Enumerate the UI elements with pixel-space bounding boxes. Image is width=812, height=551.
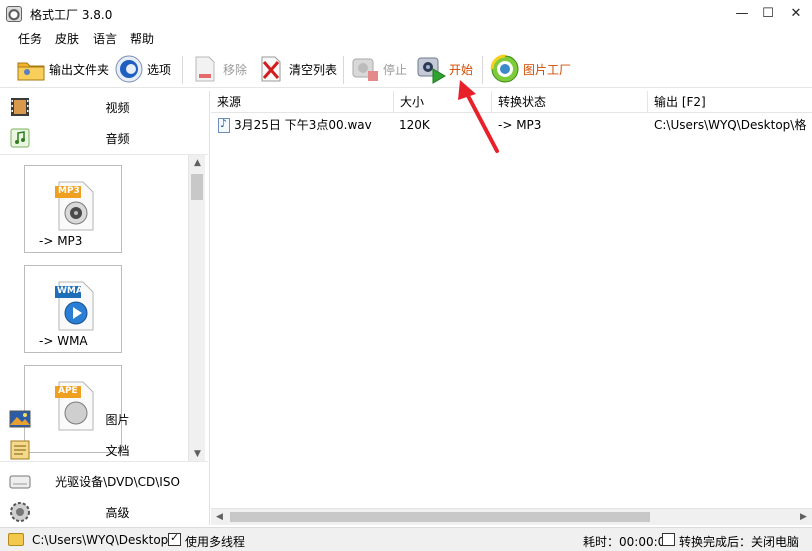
stop-icon: [350, 54, 380, 84]
toolbar: 输出文件夹 选项 移除 清空列表 停止 开始 图片工厂: [0, 50, 812, 88]
menu-help[interactable]: 帮助: [130, 30, 154, 47]
options-label: 选项: [147, 62, 172, 77]
close-button[interactable]: ✕: [780, 0, 812, 28]
column-status[interactable]: 转换状态: [492, 91, 648, 113]
category-document-label: 文档: [105, 444, 130, 458]
wma-file-icon: WMA: [53, 280, 97, 332]
wma-badge: WMA: [57, 286, 83, 296]
toolbar-separator: [343, 56, 344, 84]
format-tile-wma-label: -> WMA: [39, 334, 88, 348]
table-row[interactable]: 3月25日 下午3点00.wav 120K -> MP3 C:\Users\WY…: [211, 114, 812, 136]
format-factory-window: 格式工厂 3.8.0 — ☐ ✕ 任务 皮肤 语言 帮助 输出文件夹 选项 移除…: [0, 0, 812, 551]
folder-small-icon[interactable]: [8, 533, 24, 546]
window-title: 格式工厂 3.8.0: [30, 8, 113, 22]
category-video-label: 视频: [105, 101, 130, 115]
task-list-hscrollbar[interactable]: ◀ ▶: [211, 508, 812, 525]
menu-language[interactable]: 语言: [93, 30, 117, 47]
format-tile-mp3-label: -> MP3: [39, 234, 83, 248]
status-bar: C:\Users\WYQ\Desktop 使用多线程 耗时：00:00:00 转…: [0, 527, 812, 551]
multithread-label: 使用多线程: [185, 535, 246, 549]
category-panel: 视频 音频 MP3 -> MP3 WMA -> WMA APE ▲ ▼ 图片 文…: [0, 91, 210, 525]
app-logo-icon: [6, 6, 22, 22]
column-source[interactable]: 来源: [211, 91, 394, 113]
category-document[interactable]: 文档: [0, 434, 210, 464]
start-play-icon: [416, 54, 446, 84]
menu-task[interactable]: 任务: [18, 30, 42, 47]
audio-file-icon: [218, 117, 230, 133]
clear-list-button[interactable]: 清空列表: [256, 52, 337, 86]
mp3-file-icon: MP3: [53, 180, 97, 232]
row-output: C:\Users\WYQ\Desktop\格: [654, 118, 807, 132]
category-picture-label: 图片: [105, 413, 130, 427]
shutdown-label: 转换完成后：关闭电脑: [679, 535, 800, 549]
remove-page-icon: [190, 54, 220, 84]
start-label: 开始: [449, 62, 474, 77]
category-advanced-label: 高级: [105, 506, 130, 520]
output-folder-label: 输出文件夹: [49, 62, 110, 77]
clear-list-label: 清空列表: [289, 62, 338, 77]
row-status: -> MP3: [498, 118, 542, 132]
output-folder-button[interactable]: 输出文件夹: [16, 52, 109, 86]
format-tile-mp3[interactable]: MP3 -> MP3: [24, 165, 122, 253]
stop-button[interactable]: 停止: [350, 52, 407, 86]
mp3-badge: MP3: [58, 186, 80, 196]
task-list-header: 来源 大小 转换状态 输出 [F2]: [211, 91, 812, 113]
column-output[interactable]: 输出 [F2]: [648, 91, 812, 113]
scroll-up-arrow-icon[interactable]: ▲: [189, 155, 206, 172]
output-path[interactable]: C:\Users\WYQ\Desktop: [32, 533, 168, 547]
category-audio-label: 音频: [105, 132, 130, 146]
remove-label: 移除: [223, 62, 248, 77]
options-button[interactable]: 选项: [114, 52, 171, 86]
annotation-arrow-icon: [458, 80, 499, 153]
menu-skin[interactable]: 皮肤: [55, 30, 79, 47]
category-video[interactable]: 视频: [0, 91, 210, 121]
row-source: 3月25日 下午3点00.wav: [234, 118, 372, 132]
scroll-thumb[interactable]: [191, 174, 203, 200]
options-gear-icon: [114, 54, 144, 84]
hscroll-thumb[interactable]: [230, 512, 650, 522]
category-audio[interactable]: 音频: [0, 122, 210, 152]
shutdown-checkbox[interactable]: [662, 533, 675, 546]
category-disc-label: 光驱设备\DVD\CD\ISO: [55, 475, 180, 489]
title-bar: 格式工厂 3.8.0 — ☐ ✕: [0, 0, 812, 28]
picture-factory-label: 图片工厂: [523, 62, 572, 77]
scroll-right-arrow-icon[interactable]: ▶: [795, 509, 812, 526]
task-list-panel: 来源 大小 转换状态 输出 [F2] 3月25日 下午3点00.wav 120K…: [211, 91, 812, 525]
stop-label: 停止: [383, 62, 408, 77]
multithread-checkbox[interactable]: [168, 531, 181, 546]
remove-button[interactable]: 移除: [190, 52, 247, 86]
category-picture[interactable]: 图片: [0, 403, 210, 433]
clear-list-icon: [256, 54, 286, 84]
scroll-left-arrow-icon[interactable]: ◀: [211, 509, 228, 526]
folder-icon: [16, 54, 46, 84]
category-disc[interactable]: 光驱设备\DVD\CD\ISO: [0, 465, 210, 495]
ape-badge: APE: [58, 386, 78, 396]
category-advanced[interactable]: 高级: [0, 496, 210, 526]
format-tile-wma[interactable]: WMA -> WMA: [24, 265, 122, 353]
elapsed-time: 耗时：00:00:00: [583, 535, 673, 549]
toolbar-separator: [182, 56, 183, 84]
menu-bar: 任务 皮肤 语言 帮助: [0, 28, 812, 48]
